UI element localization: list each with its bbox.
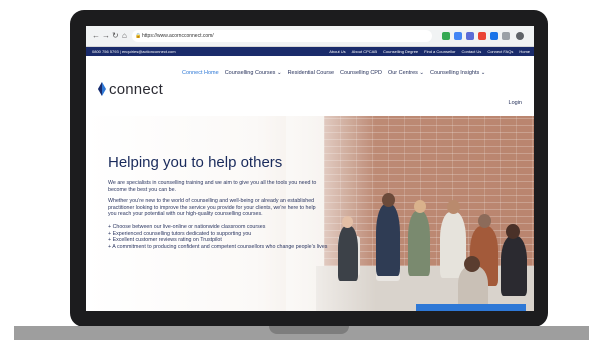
top-link-home[interactable]: Home xyxy=(519,47,530,56)
nav-our-centres[interactable]: Our Centres ⌄ xyxy=(388,70,424,76)
home-icon[interactable]: ⌂ xyxy=(122,30,127,42)
login-link[interactable]: Login xyxy=(509,100,522,106)
photo-person xyxy=(408,211,430,276)
top-link-find-counsellor[interactable]: Find a Counsellor xyxy=(424,47,455,56)
hero-benefits-list: + Choose between our live-online or nati… xyxy=(108,224,328,250)
hero-title: Helping you to help others xyxy=(108,154,283,171)
top-links: About Us About CPCAB Counselling Degree … xyxy=(329,47,530,56)
photo-person xyxy=(338,226,358,281)
top-link-about-cpcab[interactable]: About CPCAB xyxy=(352,47,377,56)
browser-screen: ← → ↻ ⌂ 🔒 https://www.acorncconnect.com/… xyxy=(86,26,534,311)
hero-section: Helping you to help others We are specia… xyxy=(86,116,534,311)
main-navigation: Connect Home Counselling Courses ⌄ Resid… xyxy=(182,70,485,76)
extension-icon-blue[interactable] xyxy=(454,32,462,40)
top-info-bar: 0800 756 5793 | enquiries@actionconnect.… xyxy=(86,47,534,56)
address-bar[interactable]: 🔒 https://www.acorncconnect.com/ xyxy=(132,30,432,42)
url-text: https://www.acorncconnect.com/ xyxy=(142,33,214,39)
extension-icon-green[interactable] xyxy=(442,32,450,40)
site-header: connect Connect Home Counselling Courses… xyxy=(86,56,534,116)
back-icon[interactable]: ← xyxy=(92,30,100,42)
list-item: + Choose between our live-online or nati… xyxy=(108,224,266,230)
list-item: + Excellent customer reviews rating on T… xyxy=(108,237,222,244)
nav-residential-course[interactable]: Residential Course xyxy=(288,70,334,76)
accent-banner xyxy=(416,304,526,311)
nav-counselling-cpd[interactable]: Counselling CPD xyxy=(340,70,382,76)
logo-diamond-icon[interactable] xyxy=(98,82,106,96)
photo-person-head xyxy=(447,200,460,214)
hero-second-paragraph: Whether you’re new to the world of couns… xyxy=(108,198,316,218)
hero-intro-paragraph: We are specialists in counselling traini… xyxy=(108,180,317,193)
extension-icon-red[interactable] xyxy=(478,32,486,40)
nav-counselling-insights[interactable]: Counselling Insights ⌄ xyxy=(430,70,485,76)
photo-person xyxy=(440,212,466,278)
top-link-contact[interactable]: Contact Us xyxy=(462,47,482,56)
photo-person-head xyxy=(506,224,520,239)
nav-connect-home[interactable]: Connect Home xyxy=(182,70,219,76)
photo-person-head xyxy=(464,256,480,272)
extension-icon-dark-blue[interactable] xyxy=(490,32,498,40)
photo-person xyxy=(501,236,527,296)
top-link-faqs[interactable]: Connect FAQs xyxy=(487,47,513,56)
photo-person-head xyxy=(342,216,353,228)
list-item: + A commitment to producing confident an… xyxy=(108,243,328,250)
profile-icon[interactable] xyxy=(516,32,524,40)
list-item: + Experienced counselling tutors dedicat… xyxy=(108,230,252,237)
top-link-counselling-degree[interactable]: Counselling Degree xyxy=(383,47,418,56)
browser-toolbar: ← → ↻ ⌂ 🔒 https://www.acorncconnect.com/ xyxy=(86,26,534,47)
forward-icon[interactable]: → xyxy=(102,30,110,42)
lock-icon: 🔒 xyxy=(135,33,142,39)
photo-person xyxy=(376,204,400,276)
contact-info: 0800 756 5793 | enquiries@actionconnect.… xyxy=(92,49,176,54)
laptop-notch xyxy=(269,326,349,334)
logo-text[interactable]: connect xyxy=(109,81,163,98)
top-link-about[interactable]: About Us xyxy=(329,47,345,56)
reload-icon[interactable]: ↻ xyxy=(112,30,119,42)
photo-person-head xyxy=(382,193,395,207)
extension-icon-purple[interactable] xyxy=(466,32,474,40)
nav-counselling-courses[interactable]: Counselling Courses ⌄ xyxy=(225,70,282,76)
photo-person-head xyxy=(414,200,426,213)
puzzle-icon[interactable] xyxy=(502,32,510,40)
photo-person-head xyxy=(478,214,491,228)
